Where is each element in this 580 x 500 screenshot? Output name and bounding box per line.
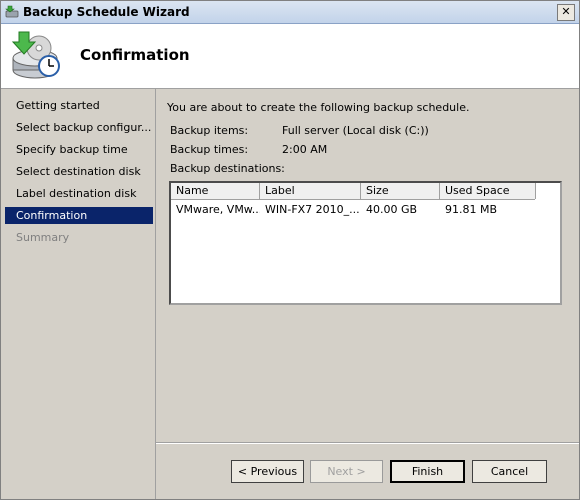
title-bar[interactable]: Backup Schedule Wizard ✕ (1, 1, 579, 24)
column-header-name[interactable]: Name (171, 183, 260, 199)
cell-label: WIN-FX7 2010_... (265, 203, 359, 216)
cell-used-space: 91.81 MB (445, 203, 498, 216)
next-button: Next > (310, 460, 383, 483)
cancel-button[interactable]: Cancel (472, 460, 547, 483)
cell-name: VMware, VMw... (176, 203, 260, 216)
column-header-size[interactable]: Size (361, 183, 440, 199)
backup-times-value: 2:00 AM (282, 143, 328, 156)
backup-drive-clock-icon (11, 31, 60, 79)
step-specify-backup-time[interactable]: Specify backup time (5, 141, 153, 158)
step-label-destination-disk[interactable]: Label destination disk (5, 185, 153, 202)
column-header-used-space[interactable]: Used Space (440, 183, 536, 199)
backup-items-value: Full server (Local disk (C:)) (282, 124, 429, 137)
list-header: Name Label Size Used Space (171, 183, 536, 200)
wizard-header: Confirmation (1, 24, 579, 89)
destinations-list[interactable]: Name Label Size Used Space VMware, VMw..… (169, 181, 562, 305)
backup-app-icon (5, 5, 19, 18)
button-divider (156, 442, 579, 444)
cell-size: 40.00 GB (366, 203, 418, 216)
step-select-destination-disk[interactable]: Select destination disk (5, 163, 153, 180)
backup-times-label: Backup times: (170, 143, 249, 156)
previous-button[interactable]: < Previous (231, 460, 304, 483)
wizard-content: You are about to create the following ba… (156, 89, 579, 499)
column-header-label[interactable]: Label (260, 183, 361, 199)
step-getting-started[interactable]: Getting started (5, 97, 153, 114)
intro-text: You are about to create the following ba… (167, 101, 470, 114)
wizard-steps-nav: Getting started Select backup configur..… (1, 89, 156, 499)
finish-button[interactable]: Finish (390, 460, 465, 483)
step-summary: Summary (16, 231, 70, 244)
page-title: Confirmation (80, 46, 190, 64)
backup-items-label: Backup items: (170, 124, 249, 137)
window-title: Backup Schedule Wizard (23, 5, 190, 19)
close-button[interactable]: ✕ (557, 4, 575, 21)
step-confirmation[interactable]: Confirmation (5, 207, 153, 224)
wizard-window: Backup Schedule Wizard ✕ Confirmation Ge… (0, 0, 580, 500)
step-select-backup-configuration[interactable]: Select backup configur... (5, 119, 153, 136)
backup-destinations-label: Backup destinations: (170, 162, 285, 175)
